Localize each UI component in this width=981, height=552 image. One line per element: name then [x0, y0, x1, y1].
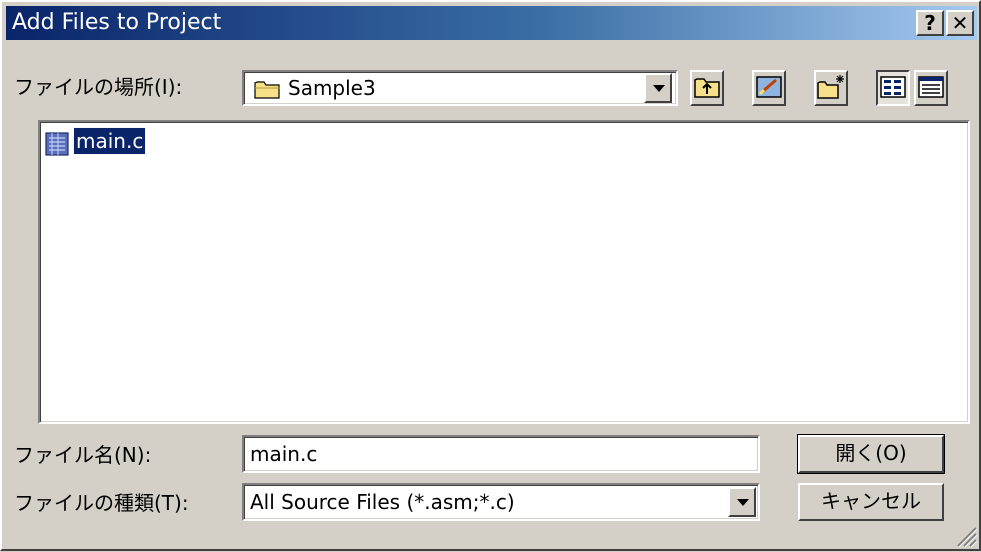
look-in-dropdown-button[interactable]: [644, 73, 672, 103]
file-type-value: All Source Files (*.asm;*.c): [250, 490, 515, 514]
close-button[interactable]: ✕: [946, 10, 974, 36]
look-in-dropdown[interactable]: Sample3: [242, 70, 678, 106]
open-button[interactable]: 開く(O): [797, 434, 945, 474]
look-in-value: Sample3: [288, 76, 376, 100]
up-folder-icon: [694, 78, 720, 98]
file-type-dropdown-button[interactable]: [728, 487, 756, 517]
help-button[interactable]: ?: [916, 10, 944, 36]
window-title: Add Files to Project: [12, 10, 222, 35]
chevron-down-icon: [653, 85, 665, 92]
resize-grip[interactable]: [952, 522, 978, 548]
file-list[interactable]: main.c: [38, 120, 970, 424]
new-folder-button[interactable]: [814, 70, 848, 106]
new-folder-icon: [817, 75, 844, 99]
look-in-label: ファイルの場所(I):: [14, 75, 183, 99]
cancel-button[interactable]: キャンセル: [798, 483, 944, 521]
list-view-button[interactable]: [876, 70, 910, 106]
file-name: main.c: [72, 127, 147, 155]
c-source-file-icon: [44, 130, 72, 162]
resize-grip-icon: [957, 527, 978, 548]
desktop-button[interactable]: [752, 70, 786, 106]
title-bar[interactable]: Add Files to Project ? ✕: [6, 6, 977, 40]
file-type-dropdown[interactable]: All Source Files (*.asm;*.c): [242, 483, 760, 521]
folder-icon: [254, 79, 282, 103]
file-name-value: main.c: [250, 442, 318, 466]
chevron-down-icon: [737, 499, 749, 506]
file-type-label: ファイルの種類(T):: [14, 491, 189, 515]
file-name-label: ファイル名(N):: [14, 443, 152, 467]
details-view-button[interactable]: [914, 70, 948, 106]
desktop-icon: [756, 76, 782, 98]
up-one-level-button[interactable]: [690, 70, 724, 106]
file-name-input[interactable]: main.c: [242, 435, 760, 473]
list-view-icon: [880, 76, 906, 98]
add-files-dialog: Add Files to Project ? ✕ ファイルの場所(I): Sam…: [0, 0, 981, 551]
details-view-icon: [918, 76, 944, 98]
